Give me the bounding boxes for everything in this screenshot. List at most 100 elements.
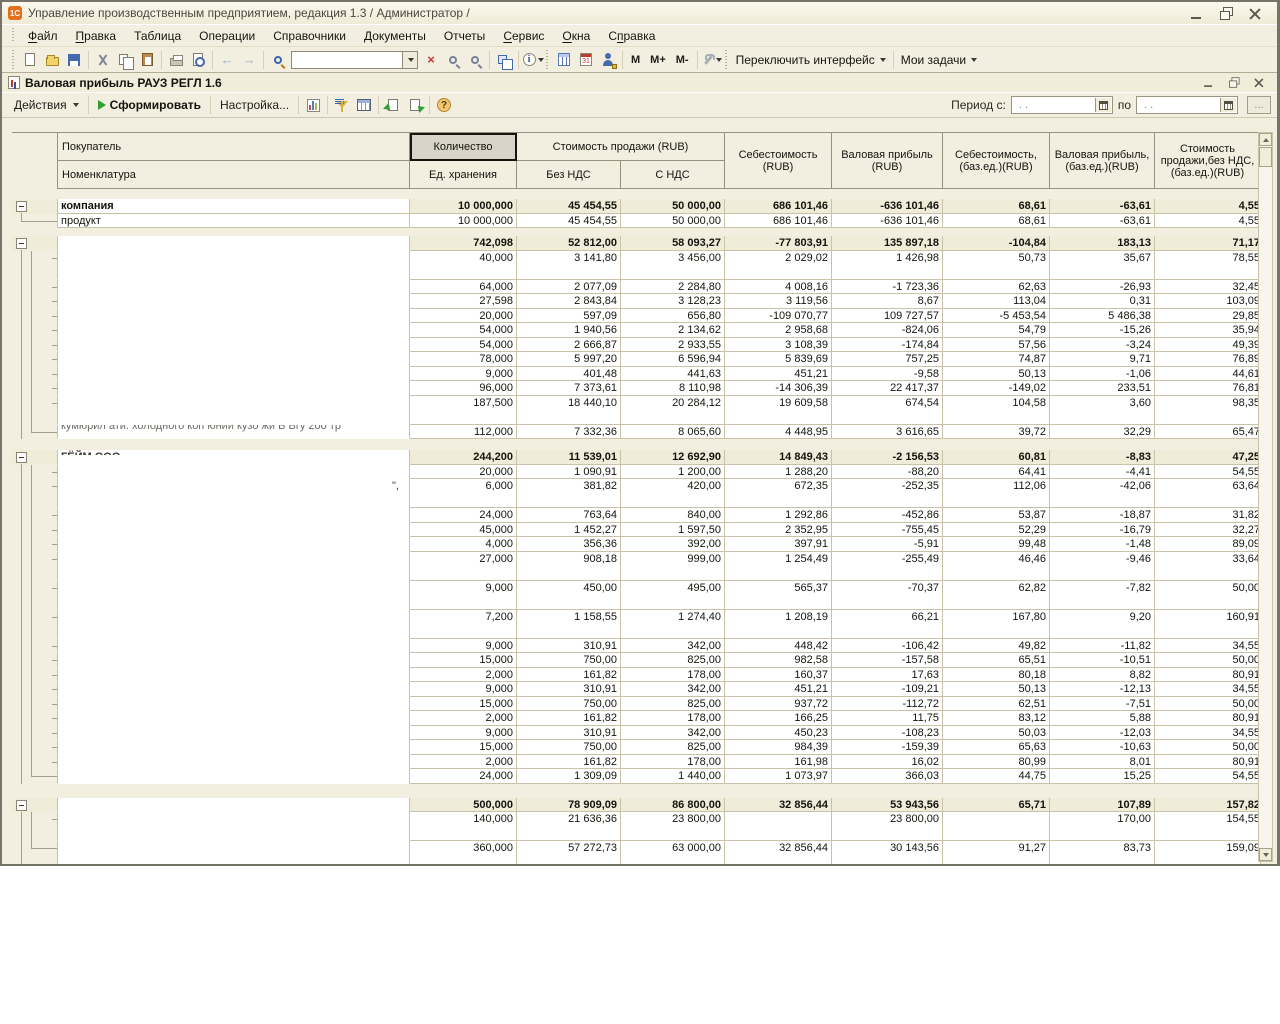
find-previous-icon[interactable] — [464, 49, 486, 71]
value-cell[interactable]: 451,21 — [725, 367, 832, 382]
col-header-cost-base[interactable]: Себестоимость,(баз.ед.)(RUB) — [943, 133, 1050, 189]
load-settings-icon[interactable] — [404, 94, 426, 116]
value-cell[interactable]: 52,29 — [943, 523, 1050, 538]
value-cell[interactable]: -11,82 — [1050, 639, 1155, 654]
value-cell[interactable]: 23 800,00 — [832, 812, 943, 841]
value-cell[interactable]: -1 723,36 — [832, 280, 943, 295]
value-cell[interactable]: 63,64 — [1155, 479, 1261, 508]
value-cell[interactable]: 57 272,73 — [517, 841, 621, 866]
nomenclature-cell[interactable]: ", — [57, 479, 410, 508]
value-cell[interactable]: 60,81 — [943, 450, 1050, 465]
value-cell[interactable]: 2 352,95 — [725, 523, 832, 538]
value-cell[interactable]: 3 119,56 — [725, 294, 832, 309]
new-document-icon[interactable] — [19, 49, 41, 71]
value-cell[interactable]: 825,00 — [621, 740, 725, 755]
value-cell[interactable]: 65,71 — [943, 798, 1050, 813]
nomenclature-cell[interactable] — [57, 740, 410, 755]
value-cell[interactable]: 83,12 — [943, 711, 1050, 726]
value-cell[interactable]: 984,39 — [725, 740, 832, 755]
value-cell[interactable]: 83,73 — [1050, 841, 1155, 866]
memory-button[interactable]: M — [626, 52, 645, 68]
nomenclature-cell[interactable] — [57, 381, 410, 396]
value-cell[interactable]: 3 456,00 — [621, 251, 725, 280]
value-cell[interactable]: 1 292,86 — [725, 508, 832, 523]
value-cell[interactable]: 80,91 — [1155, 711, 1261, 726]
value-cell[interactable]: 342,00 — [621, 682, 725, 697]
value-cell[interactable]: -636 101,46 — [832, 214, 943, 229]
value-cell[interactable]: 495,00 — [621, 581, 725, 610]
value-cell[interactable]: 2 284,80 — [621, 280, 725, 295]
value-cell[interactable]: 167,80 — [943, 610, 1050, 639]
menu-Документы[interactable]: Документы — [355, 26, 435, 46]
menu-Окна[interactable]: Окна — [553, 26, 599, 46]
value-cell[interactable]: 32,45 — [1155, 280, 1261, 295]
col-header-unit[interactable]: Ед. хранения — [410, 161, 517, 189]
close-button[interactable] — [1248, 7, 1261, 20]
value-cell[interactable]: 7,200 — [410, 610, 517, 639]
value-cell[interactable]: -157,58 — [832, 653, 943, 668]
value-cell[interactable]: 1 309,09 — [517, 769, 621, 784]
actions-button[interactable]: Действия — [8, 96, 85, 114]
value-cell[interactable]: -452,86 — [832, 508, 943, 523]
cut-icon[interactable] — [92, 49, 114, 71]
value-cell[interactable]: 50 000,00 — [621, 214, 725, 229]
value-cell[interactable]: 44,61 — [1155, 367, 1261, 382]
value-cell[interactable]: -1,48 — [1050, 537, 1155, 552]
value-cell[interactable]: 356,36 — [517, 537, 621, 552]
value-cell[interactable]: 342,00 — [621, 726, 725, 741]
value-cell[interactable]: 20,000 — [410, 309, 517, 324]
value-cell[interactable]: 78,55 — [1155, 251, 1261, 280]
value-cell[interactable]: 64,000 — [410, 280, 517, 295]
value-cell[interactable]: 381,82 — [517, 479, 621, 508]
value-cell[interactable]: -149,02 — [943, 381, 1050, 396]
customer-cell[interactable]: компания — [57, 199, 410, 214]
customer-cell[interactable] — [57, 798, 410, 813]
value-cell[interactable]: 1 200,00 — [621, 465, 725, 480]
value-cell[interactable]: -14 306,39 — [725, 381, 832, 396]
value-cell[interactable]: 742,098 — [410, 236, 517, 251]
value-cell[interactable]: 565,37 — [725, 581, 832, 610]
value-cell[interactable]: 160,91 — [1155, 610, 1261, 639]
nomenclature-cell[interactable] — [57, 755, 410, 770]
value-cell[interactable]: 40,000 — [410, 251, 517, 280]
value-cell[interactable]: 44,75 — [943, 769, 1050, 784]
menu-Файл[interactable]: Файл — [19, 26, 67, 46]
value-cell[interactable]: 39,72 — [943, 425, 1050, 440]
value-cell[interactable]: 15,000 — [410, 653, 517, 668]
value-cell[interactable]: 178,00 — [621, 755, 725, 770]
nomenclature-cell[interactable] — [57, 465, 410, 480]
value-cell[interactable]: -9,46 — [1050, 552, 1155, 581]
value-cell[interactable]: 50,00 — [1155, 653, 1261, 668]
value-cell[interactable]: 46,46 — [943, 552, 1050, 581]
col-header-sales-base[interactable]: Стоимость продажи,без НДС,(баз.ед.)(RUB) — [1155, 133, 1261, 189]
nomenclature-cell[interactable] — [57, 682, 410, 697]
value-cell[interactable]: 65,51 — [943, 653, 1050, 668]
open-icon[interactable] — [41, 49, 63, 71]
value-cell[interactable]: 32,29 — [1050, 425, 1155, 440]
value-cell[interactable]: 65,63 — [943, 740, 1050, 755]
period-to-field[interactable]: . . — [1136, 96, 1238, 114]
value-cell[interactable]: -8,83 — [1050, 450, 1155, 465]
value-cell[interactable]: 392,00 — [621, 537, 725, 552]
value-cell[interactable]: 78 909,09 — [517, 798, 621, 813]
value-cell[interactable]: 8 065,60 — [621, 425, 725, 440]
value-cell[interactable]: -10,63 — [1050, 740, 1155, 755]
switch-interface-button[interactable]: Переключить интерфейс — [732, 51, 890, 69]
value-cell[interactable]: 29,85 — [1155, 309, 1261, 324]
col-header-buyer[interactable]: Покупатель — [57, 133, 410, 161]
value-cell[interactable]: 401,48 — [517, 367, 621, 382]
nomenclature-cell[interactable] — [57, 251, 410, 280]
value-cell[interactable]: 20,000 — [410, 465, 517, 480]
value-cell[interactable]: 64,41 — [943, 465, 1050, 480]
value-cell[interactable]: 420,00 — [621, 479, 725, 508]
value-cell[interactable]: 58 093,27 — [621, 236, 725, 251]
value-cell[interactable]: 750,00 — [517, 653, 621, 668]
value-cell[interactable]: 1 940,56 — [517, 323, 621, 338]
value-cell[interactable]: 50 000,00 — [621, 199, 725, 214]
search-icon[interactable] — [267, 49, 289, 71]
value-cell[interactable]: 161,82 — [517, 755, 621, 770]
value-cell[interactable]: 1 288,20 — [725, 465, 832, 480]
period-more-button[interactable]: ... — [1247, 96, 1271, 114]
search-clear-icon[interactable]: × — [420, 49, 442, 71]
generate-button[interactable]: Сформировать — [92, 96, 207, 114]
